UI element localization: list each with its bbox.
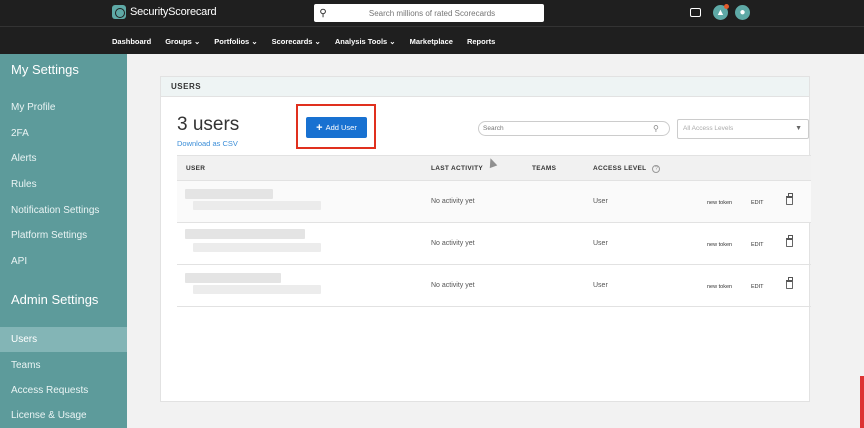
col-last-activity[interactable]: LAST ACTIVITY [431, 165, 483, 172]
access-level-select[interactable]: All Access Levels ▼ [677, 119, 809, 139]
sidebar-item-my-profile[interactable]: My Profile [0, 95, 127, 120]
col-access-level[interactable]: ACCESS LEVEL ? [593, 165, 661, 173]
panel-title: USERS [161, 77, 809, 97]
search-icon: ⚲ [319, 7, 327, 19]
download-csv-link[interactable]: Download as CSV [177, 139, 238, 148]
plus-icon: + [316, 121, 323, 134]
edge-marker [860, 376, 864, 428]
redacted-email [193, 243, 321, 252]
user-avatar-icon[interactable]: ● [735, 5, 750, 20]
col-teams[interactable]: TEAMS [532, 165, 556, 172]
header-icons: ▲ ● [690, 4, 750, 20]
last-activity: No activity yet [431, 198, 475, 205]
col-access-level-label: ACCESS LEVEL [593, 165, 647, 172]
nav-portfolios[interactable]: Portfolios ⌄ [214, 37, 257, 46]
sidebar-item-2fa[interactable]: 2FA [0, 121, 127, 146]
sidebar-item-alerts[interactable]: Alerts [0, 146, 127, 171]
chevron-down-icon: ▼ [795, 125, 802, 132]
redacted-email [193, 201, 321, 210]
users-panel: USERS 3 users Download as CSV + Add User… [160, 76, 811, 402]
logo-icon [112, 5, 126, 19]
users-table: USER LAST ACTIVITY TEAMS ACCESS LEVEL ? … [177, 155, 811, 307]
brand-name: SecurityScorecard [130, 6, 217, 18]
bell-icon[interactable]: ▲ [713, 4, 729, 20]
nav-dashboard[interactable]: Dashboard [112, 37, 151, 46]
access-level: User [593, 282, 608, 289]
global-search-input[interactable] [332, 8, 532, 18]
edit-link[interactable]: EDIT [751, 242, 764, 248]
trash-icon[interactable] [786, 193, 793, 205]
user-count: 3 users [177, 114, 240, 135]
trash-icon[interactable] [786, 235, 793, 247]
edit-link[interactable]: EDIT [751, 200, 764, 206]
brand-logo[interactable]: SecurityScorecard [112, 5, 217, 19]
new-token-link[interactable]: new token [707, 242, 732, 248]
settings-sidebar: My Settings My Profile 2FA Alerts Rules … [0, 54, 127, 428]
last-activity: No activity yet [431, 240, 475, 247]
new-token-link[interactable]: new token [707, 200, 732, 206]
redacted-name [185, 229, 305, 239]
user-search-input[interactable] [483, 125, 653, 132]
nav-reports[interactable]: Reports [467, 37, 495, 46]
last-activity: No activity yet [431, 282, 475, 289]
sidebar-item-users[interactable]: Users [0, 327, 127, 352]
nav-analysis-tools[interactable]: Analysis Tools ⌄ [335, 37, 396, 46]
access-level: User [593, 198, 608, 205]
redacted-name [185, 273, 281, 283]
access-level-value: All Access Levels [683, 125, 734, 132]
sidebar-item-api[interactable]: API [0, 249, 127, 274]
new-token-link[interactable]: new token [707, 284, 732, 290]
main-nav: Dashboard Groups ⌄ Portfolios ⌄ Scorecar… [0, 26, 864, 54]
sidebar-item-platform-settings[interactable]: Platform Settings [0, 223, 127, 248]
table-row: No activity yet User new token EDIT [177, 181, 811, 223]
global-search[interactable]: ⚲ [314, 4, 544, 22]
col-user[interactable]: USER [186, 165, 205, 172]
redacted-name [185, 189, 273, 199]
nav-groups[interactable]: Groups ⌄ [165, 37, 200, 46]
sidebar-item-license-usage[interactable]: License & Usage [0, 403, 127, 428]
trash-icon[interactable] [786, 277, 793, 289]
search-icon: ⚲ [653, 124, 659, 133]
sidebar-item-notification-settings[interactable]: Notification Settings [0, 198, 127, 223]
sidebar-item-teams[interactable]: Teams [0, 353, 127, 378]
help-icon[interactable]: ? [652, 165, 661, 173]
add-user-button[interactable]: + Add User [306, 117, 367, 138]
my-settings-heading: My Settings [11, 62, 79, 77]
access-level: User [593, 240, 608, 247]
chat-icon[interactable] [690, 8, 701, 17]
user-search[interactable]: ⚲ [478, 121, 670, 136]
redacted-email [193, 285, 321, 294]
table-row: No activity yet User new token EDIT [177, 223, 811, 265]
sidebar-item-access-requests[interactable]: Access Requests [0, 378, 127, 403]
admin-settings-heading: Admin Settings [11, 292, 99, 307]
table-row: No activity yet User new token EDIT [177, 265, 811, 307]
nav-marketplace[interactable]: Marketplace [410, 37, 453, 46]
nav-scorecards[interactable]: Scorecards ⌄ [272, 37, 321, 46]
edit-link[interactable]: EDIT [751, 284, 764, 290]
sidebar-item-rules[interactable]: Rules [0, 172, 127, 197]
add-user-label: Add User [325, 123, 357, 132]
top-header: SecurityScorecard ⚲ ▲ ● [0, 0, 864, 26]
